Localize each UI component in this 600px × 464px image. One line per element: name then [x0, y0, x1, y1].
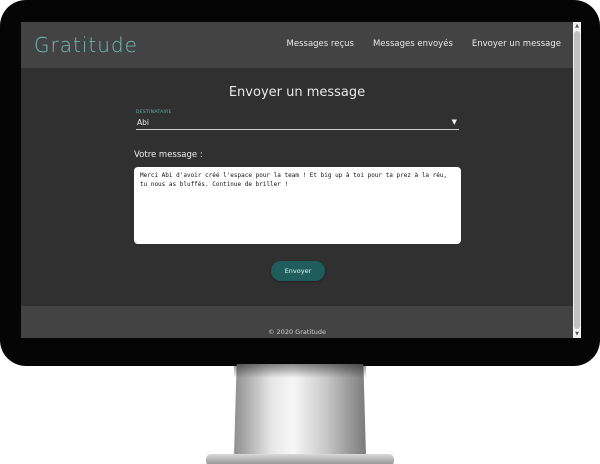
nav-messages-received[interactable]: Messages reçus	[287, 39, 354, 49]
nav-send-message[interactable]: Envoyer un message	[472, 39, 561, 49]
triangle-down-icon: ▼	[451, 118, 457, 126]
monitor-stand-shadow	[234, 364, 366, 378]
app-header: Gratitude Messages reçus Messages envoyé…	[21, 22, 573, 68]
message-textarea[interactable]: Merci Abi d'avoir créé l'espace pour la …	[134, 167, 461, 244]
app-footer: © 2020 Gratitude	[21, 306, 573, 338]
monitor-screen: Gratitude Messages reçus Messages envoyé…	[21, 22, 581, 338]
nav-messages-sent[interactable]: Messages envoyés	[373, 39, 453, 49]
vertical-scrollbar[interactable]: ▲ ▼	[573, 22, 581, 338]
monitor-foot	[206, 454, 394, 464]
main-nav: Messages reçus Messages envoyés Envoyer …	[287, 39, 561, 49]
message-label: Votre message :	[134, 150, 203, 160]
brand-logo[interactable]: Gratitude	[34, 33, 138, 57]
recipient-label: Destinataire	[136, 110, 172, 115]
recipient-select[interactable]: Abi ▼	[136, 117, 459, 130]
send-button[interactable]: Envoyer	[271, 261, 325, 281]
scroll-down-arrow-icon[interactable]: ▼	[573, 330, 581, 338]
main-content: Envoyer un message Destinataire Abi ▼ Vo…	[21, 68, 573, 331]
scroll-up-arrow-icon[interactable]: ▲	[573, 22, 581, 30]
page-title: Envoyer un message	[228, 85, 366, 100]
scrollbar-thumb[interactable]	[574, 31, 580, 329]
recipient-value: Abi	[137, 118, 149, 127]
copyright-text: © 2020 Gratitude	[267, 328, 326, 336]
